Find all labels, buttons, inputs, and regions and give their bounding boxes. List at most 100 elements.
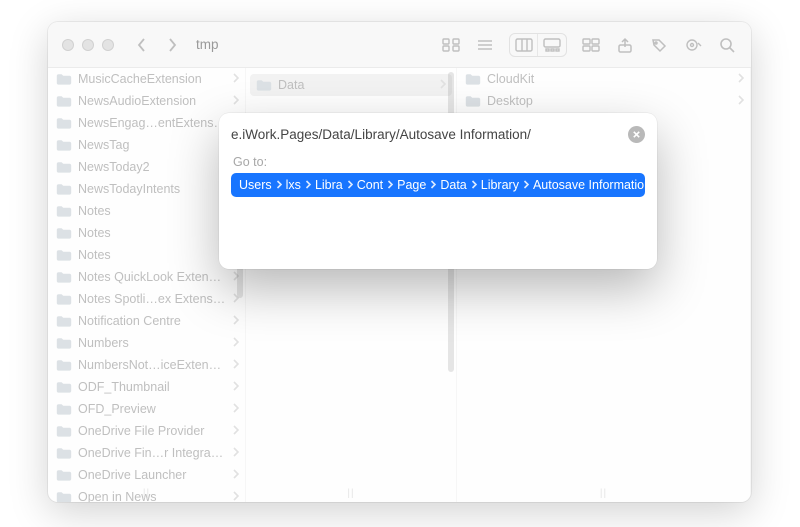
chevron-right-icon (387, 178, 393, 192)
clear-icon[interactable] (628, 126, 645, 143)
breadcrumb-segment: Autosave Information (533, 178, 645, 192)
list-item[interactable]: Notes (48, 244, 245, 266)
list-item[interactable]: Numbers (48, 332, 245, 354)
column-resize-handle[interactable]: || (600, 488, 607, 499)
item-label: ODF_Thumbnail (78, 380, 226, 394)
item-label: Notes QuickLook Extension (78, 270, 226, 284)
item-label: Notes (78, 248, 226, 262)
item-label: Notes (78, 204, 226, 218)
item-label: NumbersNot…iceExtension (78, 358, 226, 372)
item-label: CloudKit (487, 72, 731, 86)
search-button[interactable] (717, 36, 737, 54)
list-item[interactable]: NewsAudioExtension (48, 90, 245, 112)
chevron-right-icon (232, 336, 239, 350)
item-label: Notification Centre (78, 314, 226, 328)
chevron-right-icon (232, 424, 239, 438)
column-1[interactable]: MusicCacheExtension NewsAudioExtension New… (48, 68, 246, 502)
list-item[interactable]: NumbersNot…iceExtension (48, 354, 245, 376)
list-item[interactable]: NewsTag (48, 134, 245, 156)
chevron-right-icon (430, 178, 436, 192)
breadcrumb-segment: Page (397, 178, 426, 192)
breadcrumb-segment: Cont (357, 178, 383, 192)
list-item[interactable]: OneDrive Launcher (48, 464, 245, 486)
window-controls[interactable] (62, 39, 114, 51)
chevron-right-icon (737, 72, 744, 86)
chevron-right-icon (232, 490, 239, 502)
item-label: OneDrive Launcher (78, 468, 226, 482)
item-label: OneDrive File Provider (78, 424, 226, 438)
minimize-icon[interactable] (82, 39, 94, 51)
toolbar: tmp (48, 22, 751, 68)
chevron-right-icon (232, 446, 239, 460)
breadcrumb-segment: Users (239, 178, 272, 192)
breadcrumb-segment: lxs (286, 178, 301, 192)
list-item[interactable]: Notes QuickLook Extension (48, 266, 245, 288)
chevron-right-icon (305, 178, 311, 192)
item-label: Data (278, 78, 433, 92)
list-item[interactable]: OneDrive Fin…r Integration (48, 442, 245, 464)
chevron-right-icon (276, 178, 282, 192)
close-icon[interactable] (62, 39, 74, 51)
list-item[interactable]: MusicCacheExtension (48, 68, 245, 90)
back-button[interactable] (132, 36, 152, 54)
chevron-right-icon (232, 358, 239, 372)
group-button[interactable] (581, 36, 601, 54)
item-label: Desktop (487, 94, 731, 108)
zoom-icon[interactable] (102, 39, 114, 51)
chevron-right-icon (232, 72, 239, 86)
list-item[interactable]: OFD_Preview (48, 398, 245, 420)
item-label: NewsEngag…entExtension (78, 116, 226, 130)
forward-button[interactable] (162, 36, 182, 54)
path-suggestion[interactable]: Users lxs Libra Cont Page Data Library Autosave… (231, 173, 645, 197)
view-gallery-button[interactable] (538, 34, 566, 56)
go-to-folder-dialog: e.iWork.Pages/Data/Library/Autosave Info… (219, 113, 657, 269)
list-item[interactable]: Notification Centre (48, 310, 245, 332)
list-item[interactable]: NewsEngag…entExtension (48, 112, 245, 134)
item-label: NewsTag (78, 138, 226, 152)
chevron-right-icon (523, 178, 529, 192)
view-list-button[interactable] (475, 36, 495, 54)
item-label: Numbers (78, 336, 226, 350)
view-columns-button[interactable] (510, 34, 538, 56)
chevron-right-icon (737, 94, 744, 108)
chevron-right-icon (232, 402, 239, 416)
list-item[interactable]: Notes (48, 200, 245, 222)
list-item[interactable]: Data (250, 74, 452, 96)
window-title: tmp (196, 37, 219, 52)
column-resize-handle[interactable]: || (347, 488, 354, 499)
breadcrumb-segment: Library (481, 178, 519, 192)
item-label: Notes Spotli…ex Extension (78, 292, 226, 306)
item-label: NewsToday2 (78, 160, 226, 174)
chevron-right-icon (232, 314, 239, 328)
chevron-right-icon (439, 78, 446, 92)
go-to-label: Go to: (233, 155, 645, 169)
list-item[interactable]: OneDrive File Provider (48, 420, 245, 442)
chevron-right-icon (471, 178, 477, 192)
item-label: NewsAudioExtension (78, 94, 226, 108)
chevron-right-icon (232, 468, 239, 482)
tags-button[interactable] (649, 36, 669, 54)
chevron-right-icon (232, 94, 239, 108)
breadcrumb-segment: Libra (315, 178, 343, 192)
chevron-right-icon (232, 380, 239, 394)
list-item[interactable]: ODF_Thumbnail (48, 376, 245, 398)
list-item[interactable]: Desktop (457, 90, 750, 112)
chevron-right-icon (347, 178, 353, 192)
list-item[interactable]: Notes (48, 222, 245, 244)
view-icons-button[interactable] (441, 36, 461, 54)
item-label: Open in News (78, 490, 226, 502)
item-label: MusicCacheExtension (78, 72, 226, 86)
column-resize-handle[interactable]: || (143, 488, 150, 499)
list-item[interactable]: Notes Spotli…ex Extension (48, 288, 245, 310)
path-input[interactable]: e.iWork.Pages/Data/Library/Autosave Info… (231, 127, 622, 142)
item-label: OFD_Preview (78, 402, 226, 416)
item-label: OneDrive Fin…r Integration (78, 446, 226, 460)
list-item[interactable]: NewsTodayIntents (48, 178, 245, 200)
item-label: Notes (78, 226, 226, 240)
list-item[interactable]: NewsToday2 (48, 156, 245, 178)
list-item[interactable]: CloudKit (457, 68, 750, 90)
item-label: NewsTodayIntents (78, 182, 226, 196)
action-button[interactable] (683, 36, 703, 54)
breadcrumb-segment: Data (440, 178, 466, 192)
share-button[interactable] (615, 36, 635, 54)
